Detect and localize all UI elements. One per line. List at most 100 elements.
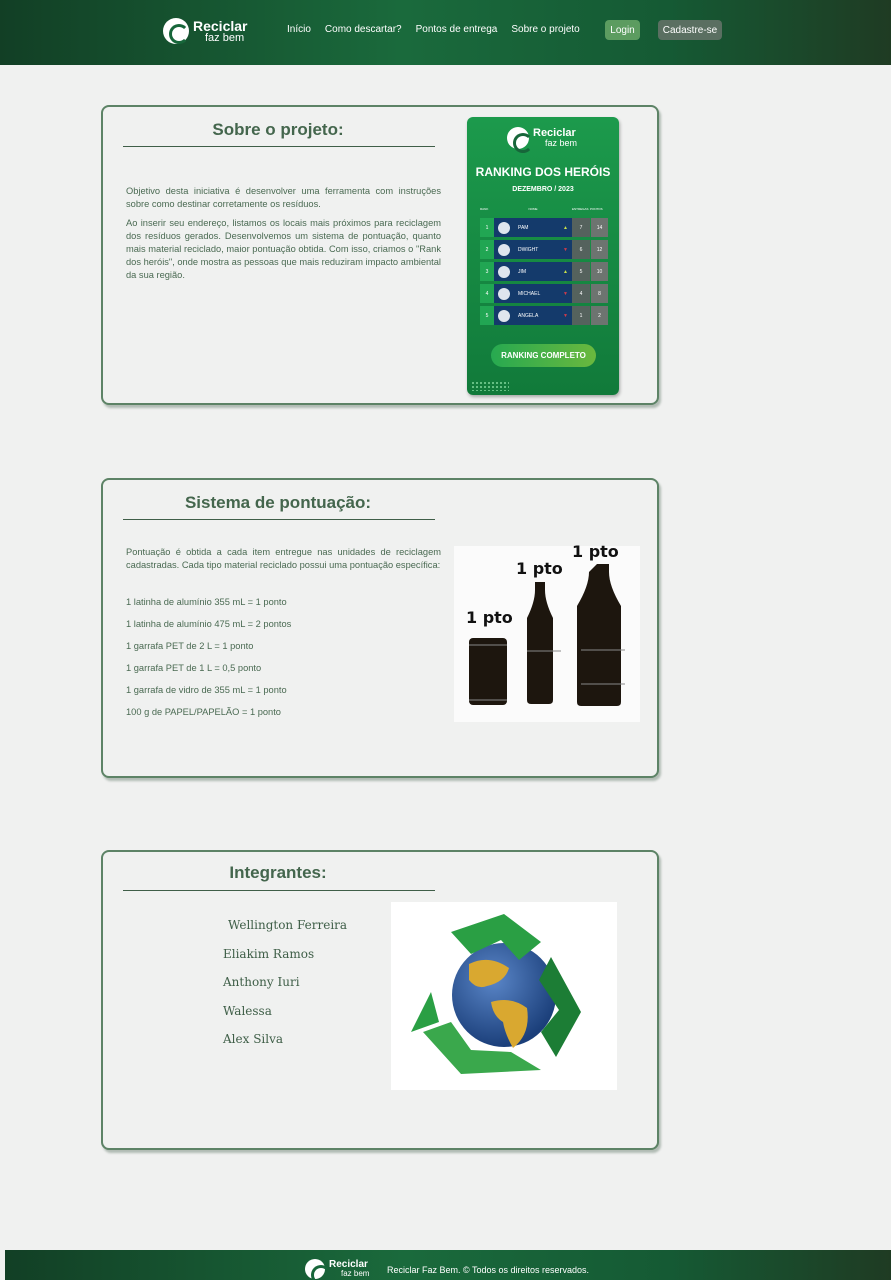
ranking-header: RANK NOME ENTREGAS PONTOS: [480, 207, 610, 215]
site-logo[interactable]: Reciclar faz bem: [163, 18, 247, 44]
member-name: Eliakim Ramos: [223, 946, 315, 961]
about-paragraph: Objetivo desta iniciativa é desenvolver …: [126, 186, 441, 209]
about-card: Sobre o projeto: Objetivo desta iniciati…: [101, 105, 659, 405]
recycle-icon: [163, 18, 189, 44]
points-card: Sistema de pontuação: Pontuação é obtida…: [101, 478, 659, 778]
list-item: 1 latinha de alumínio 355 mL = 1 ponto: [126, 597, 287, 607]
pontos-value: 2: [591, 306, 608, 325]
list-item: 1 garrafa PET de 2 L = 1 ponto: [126, 641, 254, 651]
recycle-icon: [305, 1259, 331, 1280]
list-item: 1 latinha de alumínio 475 mL = 2 pontos: [126, 619, 292, 629]
large-bottle-shape: [577, 564, 621, 706]
ranking-row: 4 MICHAEL ▼ 4 8: [480, 284, 610, 303]
small-bottle-shape: [527, 582, 553, 704]
trend-down-icon: ▼: [563, 246, 568, 253]
trend-down-icon: ▼: [563, 290, 568, 297]
about-paragraph: Ao inserir seu endereço, listamos os loc…: [126, 218, 441, 280]
logo-subtext: faz bem: [545, 138, 578, 148]
nav-sobre-o-projeto[interactable]: Sobre o projeto: [511, 24, 579, 35]
members-title: Integrantes:: [229, 863, 327, 882]
rank-number: 5: [480, 306, 494, 325]
ranking-row: 2 DWIGHT ▼ 6 12: [480, 240, 610, 259]
points-illustration: 1 pto 1 pto 1 pto: [454, 542, 640, 722]
globe-recycle-icon: [411, 914, 581, 1074]
top-navbar: Reciclar faz bem Início Como descartar? …: [0, 0, 891, 65]
ranking-row: 5 ANGELA ▼ 1 2: [480, 306, 610, 325]
title-divider: [123, 146, 435, 147]
avatar: [498, 309, 510, 322]
signup-button[interactable]: Cadastre-se: [658, 20, 722, 40]
title-divider: [123, 519, 435, 520]
copyright-text: Reciclar Faz Bem. © Todos os direitos re…: [387, 1265, 590, 1275]
points-intro: Pontuação é obtida a cada item entregue …: [126, 547, 441, 570]
trend-up-icon: ▲: [563, 268, 568, 275]
footer: Reciclar faz bem Reciclar Faz Bem. © Tod…: [5, 1250, 891, 1280]
avatar: [498, 243, 510, 256]
ranking-row: 1 PAM ▲ 7 14: [480, 218, 610, 237]
points-title: Sistema de pontuação:: [184, 493, 372, 512]
list-item: 1 garrafa PET de 1 L = 0,5 ponto: [126, 663, 262, 673]
pontos-value: 10: [591, 262, 608, 281]
avatar: [498, 221, 510, 234]
members-card: Integrantes: Wellington Ferreira Eliakim…: [101, 850, 659, 1150]
list-item: 1 garrafa de vidro de 355 mL = 1 ponto: [126, 685, 287, 695]
list-item: 100 g de PAPEL/PAPELÃO = 1 ponto: [126, 707, 281, 717]
nav-pontos-de-entrega[interactable]: Pontos de entrega: [416, 24, 498, 35]
nav-inicio[interactable]: Início: [287, 24, 311, 35]
col-entregas: ENTREGAS: [572, 207, 589, 211]
recycling-globe-image: [391, 902, 617, 1090]
logo-subtext: faz bem: [205, 31, 245, 44]
rank-number: 3: [480, 262, 494, 281]
trend-down-icon: ▼: [563, 312, 568, 319]
decorative-dots: [471, 381, 509, 391]
col-rank: RANK: [480, 207, 489, 211]
can-shape: [469, 638, 507, 705]
rank-number: 4: [480, 284, 494, 303]
points-list: 1 latinha de alumínio 355 mL = 1 ponto 1…: [126, 597, 291, 729]
about-title: Sobre o projeto:: [212, 120, 344, 139]
members-list: Wellington Ferreira Eliakim Ramos Anthon…: [223, 918, 347, 1061]
footer-logo[interactable]: Reciclar faz bem: [305, 1259, 370, 1280]
ranking-title: RANKING DOS HERÓIS: [475, 165, 611, 179]
ranking-completo-button[interactable]: RANKING COMPLETO: [491, 344, 596, 367]
avatar: [498, 287, 510, 300]
entregas-value: 7: [572, 218, 590, 237]
player-name: MICHAEL: [518, 290, 541, 297]
member-name: Walessa: [223, 1003, 272, 1018]
rank-number: 1: [480, 218, 494, 237]
player-name: ANGELA: [518, 312, 539, 319]
logo-text: Reciclar: [193, 17, 248, 34]
title-divider: [123, 890, 435, 891]
player-name: PAM: [518, 224, 529, 231]
col-pontos: PONTOS: [590, 207, 603, 211]
nav-como-descartar[interactable]: Como descartar?: [325, 24, 402, 35]
main-nav: Início Como descartar? Pontos de entrega…: [287, 24, 580, 35]
login-button[interactable]: Login: [605, 20, 640, 40]
pontos-value: 8: [591, 284, 608, 303]
col-name: NOME: [528, 207, 538, 211]
points-label: 1 pto: [572, 542, 619, 561]
pontos-value: 14: [591, 218, 608, 237]
entregas-value: 5: [572, 262, 590, 281]
entregas-value: 6: [572, 240, 590, 259]
entregas-value: 1: [572, 306, 590, 325]
trend-up-icon: ▲: [563, 224, 568, 231]
ranking-logo: Reciclar faz bem: [507, 127, 578, 153]
about-text: Objetivo desta iniciativa é desenvolver …: [126, 185, 441, 288]
recycle-icon: [507, 127, 533, 153]
points-label: 1 pto: [466, 608, 513, 627]
points-label: 1 pto: [516, 559, 563, 578]
member-name: Anthony Iuri: [223, 975, 300, 989]
logo-subtext: faz bem: [341, 1269, 370, 1278]
member-name: Alex Silva: [223, 1032, 284, 1046]
rank-number: 2: [480, 240, 494, 259]
ranking-row: 3 JIM ▲ 5 10: [480, 262, 610, 281]
member-name: Wellington Ferreira: [228, 918, 348, 932]
avatar: [498, 265, 510, 278]
entregas-value: 4: [572, 284, 590, 303]
player-name: DWIGHT: [518, 246, 539, 253]
player-name: JIM: [518, 268, 527, 275]
ranking-subtitle: DEZEMBRO / 2023: [512, 186, 574, 193]
pontos-value: 12: [591, 240, 608, 259]
ranking-card: Reciclar faz bem RANKING DOS HERÓIS DEZE…: [467, 117, 619, 395]
